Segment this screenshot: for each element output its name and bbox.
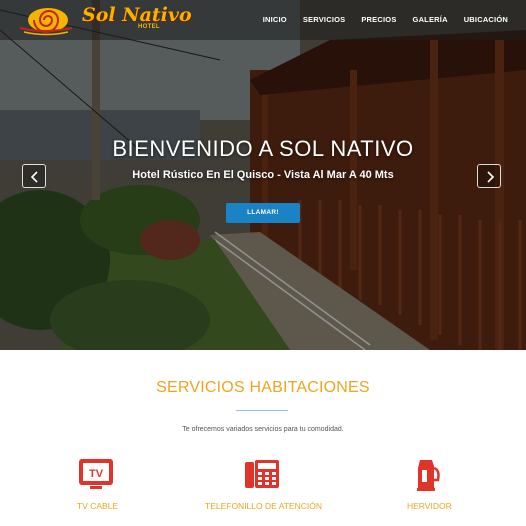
tv-icon: TV (79, 459, 113, 489)
service-label-phone: TELEFONILLO DE ATENCIÓN (205, 501, 322, 511)
hero-slider: Sol Nativo HOTEL INICIO SERVICIOS PRECIO… (0, 0, 526, 350)
services-heading: SERVICIOS HABITACIONES (156, 379, 370, 396)
sun-logo-icon (19, 8, 73, 36)
kettle-icon (417, 460, 440, 491)
logo-tagline: HOTEL (138, 24, 160, 30)
top-navbar: Sol Nativo HOTEL INICIO SERVICIOS PRECIO… (0, 0, 526, 40)
main-menu: INICIO SERVICIOS PRECIOS GALERÍA UBICACI… (247, 15, 508, 24)
services-description: Te ofrecemos variados servicios para tu … (182, 426, 344, 433)
svg-text:TV: TV (89, 468, 104, 480)
nav-item-precios[interactable]: PRECIOS (361, 15, 396, 24)
slider-prev-button[interactable] (22, 164, 46, 188)
nav-item-inicio[interactable]: INICIO (263, 15, 287, 24)
services-divider (236, 410, 288, 411)
site-logo[interactable]: Sol Nativo HOTEL (14, 2, 192, 36)
nav-item-servicios[interactable]: SERVICIOS (303, 15, 346, 24)
call-button[interactable]: LLAMAR! (226, 203, 300, 223)
nav-item-ubicacion[interactable]: UBICACIÓN (464, 15, 508, 24)
nav-item-galeria[interactable]: GALERÍA (413, 15, 448, 24)
hero-subtitle: Hotel Rústico En El Quisco - Vista Al Ma… (132, 169, 394, 181)
logo-wordmark: Sol Nativo (82, 4, 192, 26)
chevron-right-icon (487, 171, 495, 183)
service-label-tv: TV CABLE (77, 501, 119, 511)
hero-title: BIENVENIDO A SOL NATIVO (112, 136, 414, 161)
service-label-kettle: HERVIDOR (407, 501, 452, 511)
chevron-left-icon (30, 171, 38, 183)
phone-icon (245, 460, 279, 488)
slider-next-button[interactable] (477, 164, 501, 188)
